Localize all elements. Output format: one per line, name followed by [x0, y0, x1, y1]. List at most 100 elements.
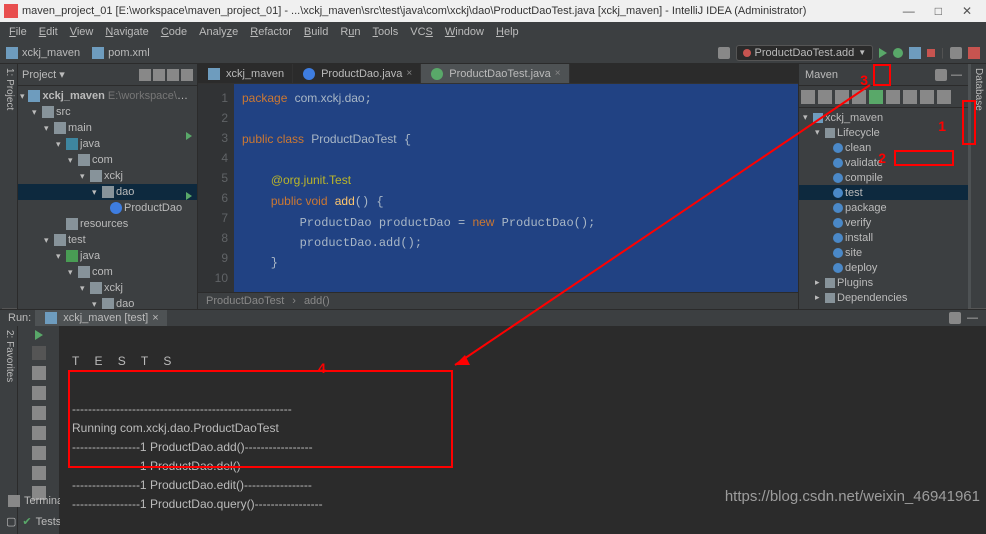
run-button[interactable] [879, 48, 887, 58]
editor-tab-module[interactable]: xckj_maven [198, 64, 293, 83]
execute-icon[interactable] [886, 90, 900, 104]
close-button[interactable]: ✕ [952, 4, 982, 18]
mv-goal-install[interactable]: install [799, 230, 968, 245]
minimize-button[interactable]: — [893, 4, 925, 18]
collapse-icon[interactable] [153, 69, 165, 81]
menu-help[interactable]: Help [491, 24, 524, 40]
mv-goal-compile[interactable]: compile [799, 170, 968, 185]
run-maven-icon[interactable] [869, 90, 883, 104]
menu-analyze[interactable]: Analyze [194, 24, 243, 40]
editor-breadcrumb: ProductDaoTest › add() [198, 292, 798, 309]
run-gutter-icon[interactable] [186, 192, 192, 200]
mv-goal-validate[interactable]: validate [799, 155, 968, 170]
run-config-selector[interactable]: ProductDaoTest.add ▼ [736, 45, 874, 61]
settings-icon[interactable] [950, 47, 962, 59]
run-console[interactable]: T E S T S ------------------------------… [60, 326, 986, 534]
up-icon[interactable] [32, 406, 46, 420]
junit-icon [743, 49, 751, 57]
tree-src[interactable]: ▾src [18, 104, 197, 120]
tree-productdao[interactable]: ProductDao [18, 200, 197, 216]
maximize-button[interactable]: □ [925, 4, 952, 18]
run-tab[interactable]: xckj_maven [test]× [35, 310, 166, 326]
nav-module[interactable]: xckj_maven [22, 47, 80, 59]
tests-header: T E S T S [72, 352, 974, 370]
hide-icon[interactable] [181, 69, 193, 81]
mv-goal-test[interactable]: test [799, 185, 968, 200]
menu-tools[interactable]: Tools [368, 24, 404, 40]
run-label: Run: [8, 312, 31, 324]
wrap-icon[interactable] [32, 446, 46, 460]
nav-file[interactable]: pom.xml [108, 47, 150, 59]
hammer-icon[interactable] [718, 47, 730, 59]
tree-java2[interactable]: ▾java [18, 248, 197, 264]
tree-root[interactable]: ▾xckj_maven E:\workspace\maven_proj [18, 88, 197, 104]
menu-vcs[interactable]: VCS [405, 24, 438, 40]
rerun-icon[interactable] [35, 330, 43, 340]
run-settings-icon[interactable] [949, 312, 961, 324]
tree-com[interactable]: ▾com [18, 152, 197, 168]
menu-window[interactable]: Window [440, 24, 489, 40]
mv-lifecycle[interactable]: ▾Lifecycle [799, 125, 968, 140]
collapse-icon[interactable] [920, 90, 934, 104]
tree-test[interactable]: ▾test [18, 232, 197, 248]
mv-goal-verify[interactable]: verify [799, 215, 968, 230]
mv-plugins[interactable]: ▸Plugins [799, 275, 968, 290]
mv-deps[interactable]: ▸Dependencies [799, 290, 968, 305]
stop-button[interactable] [927, 49, 935, 57]
add-icon[interactable] [852, 90, 866, 104]
mv-goal-deploy[interactable]: deploy [799, 260, 968, 275]
debug-button[interactable] [893, 48, 903, 58]
maven-settings-icon[interactable] [935, 69, 947, 81]
toggle-toolwindows-icon[interactable]: ▢ [6, 515, 16, 528]
breadcrumb-method[interactable]: add() [304, 295, 330, 307]
tree-dao2[interactable]: ▾dao [18, 296, 197, 309]
menu-edit[interactable]: Edit [34, 24, 63, 40]
editor-code[interactable]: package com.xckj.dao; public class Produ… [234, 84, 798, 292]
breadcrumb-class[interactable]: ProductDaoTest [206, 295, 284, 307]
menu-file[interactable]: File [4, 24, 32, 40]
menu-navigate[interactable]: Navigate [100, 24, 153, 40]
menu-code[interactable]: Code [156, 24, 192, 40]
tree-resources[interactable]: resources [18, 216, 197, 232]
expand-icon[interactable] [937, 90, 951, 104]
toggle-icon[interactable] [903, 90, 917, 104]
hide-icon[interactable]: — [967, 312, 978, 324]
down-icon[interactable] [32, 426, 46, 440]
mv-goal-site[interactable]: site [799, 245, 968, 260]
tree-xckj2[interactable]: ▾xckj [18, 280, 197, 296]
stop-icon[interactable] [32, 346, 46, 360]
close-icon[interactable]: × [555, 68, 561, 79]
tree-dao[interactable]: ▾dao [18, 184, 197, 200]
pin-icon[interactable] [32, 386, 46, 400]
dump-icon[interactable] [32, 366, 46, 380]
menu-view[interactable]: View [65, 24, 99, 40]
chevron-down-icon: ▼ [858, 48, 866, 57]
project-settings-icon[interactable] [139, 69, 151, 81]
tool-tab-project[interactable]: 1: Project [2, 64, 17, 309]
print-icon[interactable] [32, 466, 46, 480]
run-gutter-icon[interactable] [186, 132, 192, 140]
mv-goal-package[interactable]: package [799, 200, 968, 215]
autoscroll-icon[interactable] [167, 69, 179, 81]
menu-run[interactable]: Run [335, 24, 365, 40]
mv-goal-clean[interactable]: clean [799, 140, 968, 155]
editor-tab-productdao[interactable]: ProductDao.java× [293, 64, 421, 83]
close-icon[interactable]: × [406, 68, 412, 79]
generate-icon[interactable] [818, 90, 832, 104]
editor-tab-productdaotest[interactable]: ProductDaoTest.java× [421, 64, 569, 83]
tree-com2[interactable]: ▾com [18, 264, 197, 280]
download-icon[interactable] [835, 90, 849, 104]
reimport-icon[interactable] [801, 90, 815, 104]
mv-root[interactable]: ▾xckj_maven [799, 110, 968, 125]
search-icon[interactable] [968, 47, 980, 59]
tree-java[interactable]: ▾java [18, 136, 197, 152]
menu-build[interactable]: Build [299, 24, 333, 40]
hide-icon[interactable]: — [951, 69, 962, 81]
tool-tab-database[interactable]: Database [971, 64, 986, 309]
tree-main[interactable]: ▾main [18, 120, 197, 136]
maven-title: Maven [805, 69, 838, 81]
tree-xckj[interactable]: ▾xckj [18, 168, 197, 184]
menu-refactor[interactable]: Refactor [245, 24, 297, 40]
coverage-button[interactable] [909, 47, 921, 59]
editor-body[interactable]: 12345678910 package com.xckj.dao; public… [198, 84, 798, 292]
